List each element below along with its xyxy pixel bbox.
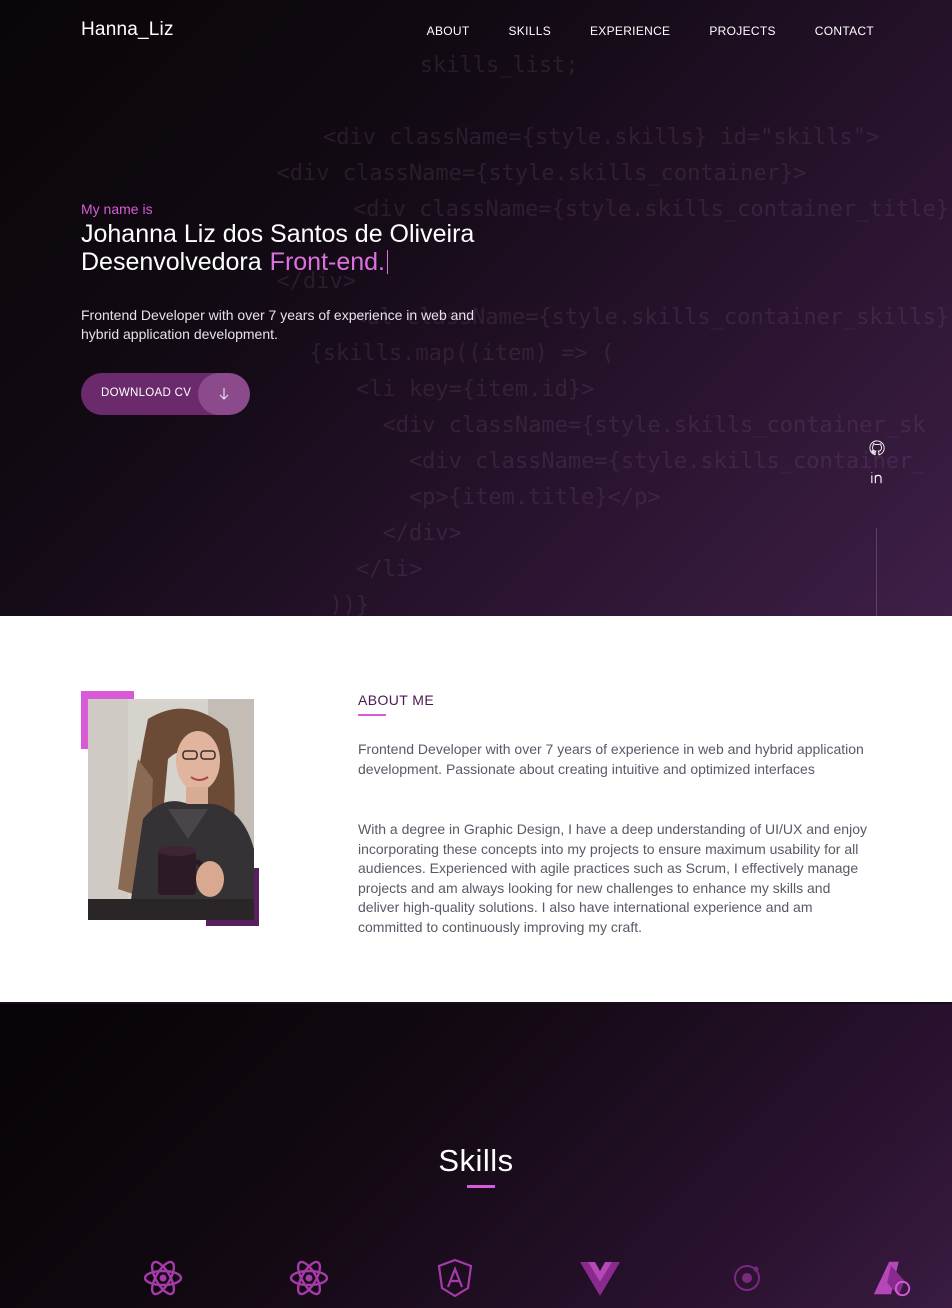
intro-text: My name is	[81, 201, 153, 217]
hero-description: Frontend Developer with over 7 years of …	[81, 307, 474, 342]
code-line: <div className={style.skills_container_s…	[250, 413, 926, 438]
hero-role: Desenvolvedora Front-end.	[81, 248, 521, 276]
download-cv-button[interactable]: DOWNLOAD CV	[81, 373, 250, 415]
typing-caret	[387, 250, 389, 274]
react-icon	[141, 1256, 185, 1300]
figma-adobe-icon	[870, 1256, 914, 1300]
vue-icon	[578, 1256, 622, 1300]
hero-section: skills_list; <div className={style.skill…	[0, 0, 952, 616]
about-title-underline	[358, 714, 386, 716]
skills-title: Skills	[438, 1143, 514, 1178]
code-line: </div>	[250, 521, 462, 546]
role-accent: Front-end.	[269, 248, 386, 276]
github-icon[interactable]	[867, 438, 887, 458]
code-line: <li key={item.id}>	[250, 377, 595, 402]
arrow-down-icon	[198, 373, 250, 415]
code-line: <p>{item.title}</p>	[250, 485, 661, 510]
nav-item-skills[interactable]: SKILLS	[509, 24, 552, 38]
code-line: <div className={style.skills_container_	[250, 449, 926, 474]
angular-icon	[433, 1256, 477, 1300]
code-line: <div className={style.skills_container}>	[250, 161, 807, 186]
about-paragraph: Frontend Developer with over 7 years of …	[358, 741, 864, 777]
about-title: ABOUT ME	[358, 692, 435, 708]
hero-content: My name is Johanna Liz dos Santos de Oli…	[81, 201, 521, 344]
hero-name: Johanna Liz dos Santos de Oliveira	[81, 220, 475, 248]
skills-title-underline	[467, 1185, 495, 1188]
nav-menu: ABOUT SKILLS EXPERIENCE PROJECTS CONTACT	[427, 24, 874, 38]
social-divider-line	[876, 528, 877, 616]
code-line: </li>	[250, 557, 423, 582]
linkedin-icon[interactable]	[867, 467, 887, 487]
about-paragraph: With a degree in Graphic Design, I have …	[358, 821, 867, 935]
profile-photo	[88, 699, 254, 920]
top-nav: Hanna_Liz ABOUT SKILLS EXPERIENCE PROJEC…	[0, 0, 952, 62]
role-prefix: Desenvolvedora	[81, 248, 262, 276]
ionic-icon	[725, 1256, 769, 1300]
nav-item-projects[interactable]: PROJECTS	[709, 24, 775, 38]
nav-item-contact[interactable]: CONTACT	[815, 24, 874, 38]
react-native-icon	[287, 1256, 331, 1300]
nav-item-experience[interactable]: EXPERIENCE	[590, 24, 670, 38]
code-line: ))}	[250, 593, 370, 616]
nav-item-about[interactable]: ABOUT	[427, 24, 470, 38]
site-logo[interactable]: Hanna_Liz	[81, 19, 174, 41]
download-cv-label: DOWNLOAD CV	[101, 387, 192, 399]
code-line: <div className={style.skills} id="skills…	[270, 125, 880, 150]
